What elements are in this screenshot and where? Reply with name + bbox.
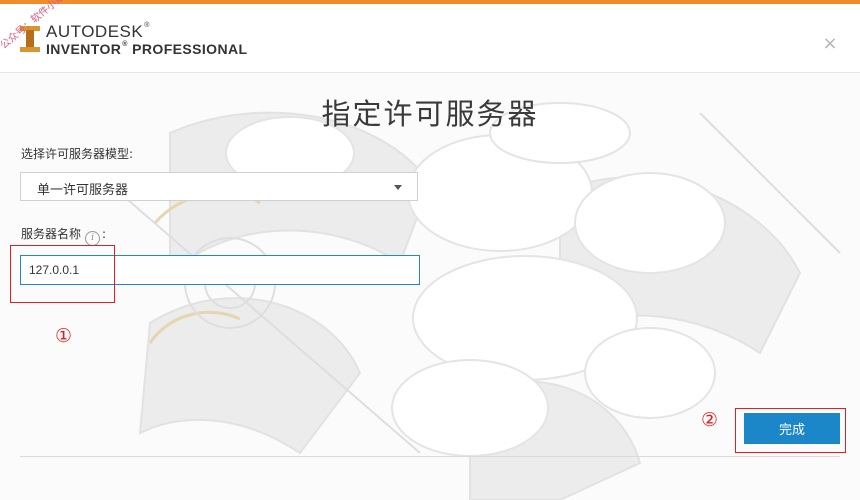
window-header: AUTODESK® INVENTOR® PROFESSIONAL × 公众号：软… — [0, 0, 860, 73]
finish-button[interactable]: 完成 — [744, 413, 840, 444]
server-name-label-text: 服务器名称 — [21, 227, 82, 241]
annotation-marker-1: ① — [55, 325, 73, 347]
brand-line-2: INVENTOR® PROFESSIONAL — [46, 41, 248, 57]
server-name-label-colon: : — [102, 227, 107, 241]
license-model-select[interactable]: 单一许可服务器 — [20, 172, 418, 201]
annotation-marker-2: ② — [701, 409, 719, 431]
footer-divider — [20, 456, 840, 457]
chevron-down-icon — [394, 185, 402, 190]
info-icon[interactable]: i — [85, 231, 101, 246]
page-title: 指定许可服务器 — [321, 97, 539, 131]
background-art — [119, 102, 841, 500]
server-name-input[interactable] — [20, 255, 420, 285]
license-model-selected-value: 单一许可服务器 — [37, 183, 129, 198]
dialog-content: 指定许可服务器 选择许可服务器模型: 单一许可服务器 服务器名称i: ① ② 完… — [0, 73, 860, 500]
brand-line-1: AUTODESK® — [46, 22, 150, 41]
server-name-label: 服务器名称 i: — [21, 225, 106, 246]
license-model-label: 选择许可服务器模型: — [21, 147, 134, 161]
close-icon[interactable]: × — [820, 34, 840, 54]
